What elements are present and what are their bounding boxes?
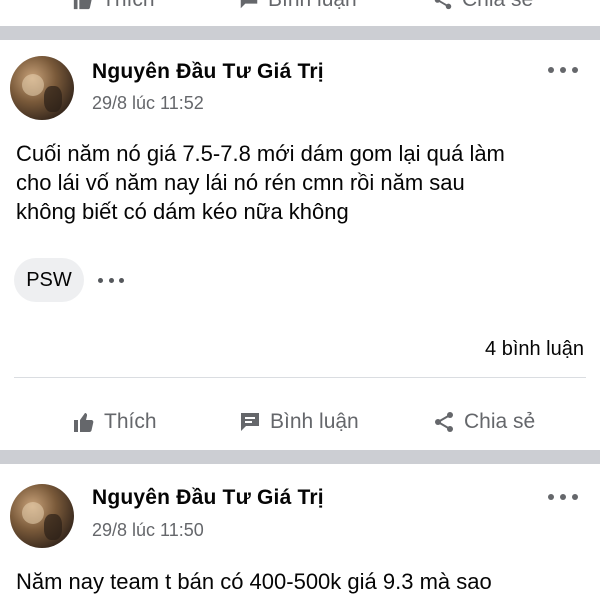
post-text-line: Năm nay team t bán có 400-500k giá 9.3 m… bbox=[16, 569, 492, 594]
post-timestamp[interactable]: 29/8 lúc 11:52 bbox=[92, 93, 204, 114]
post-card: Nguyên Đầu Tư Giá Trị 29/8 lúc 11:50 Năm… bbox=[0, 464, 600, 600]
author-name[interactable]: Nguyên Đầu Tư Giá Trị bbox=[92, 60, 324, 84]
post-separator bbox=[0, 26, 600, 40]
more-options-button[interactable] bbox=[548, 65, 578, 75]
avatar[interactable] bbox=[10, 484, 74, 548]
comment-button[interactable]: Bình luận bbox=[238, 410, 359, 434]
comment-button[interactable]: Bình luận bbox=[238, 0, 357, 12]
post-text-line: không biết có dám kéo nữa không bbox=[16, 199, 349, 224]
author-name[interactable]: Nguyên Đầu Tư Giá Trị bbox=[92, 486, 324, 510]
post-text-line: cho lái vố năm nay lái nó rén cmn rồi nă… bbox=[16, 170, 465, 195]
speech-bubble-icon bbox=[238, 410, 262, 434]
post-text: Cuối năm nó giá 7.5-7.8 mới dám gom lại … bbox=[16, 139, 586, 226]
avatar[interactable] bbox=[10, 56, 74, 120]
post-timestamp[interactable]: 29/8 lúc 11:50 bbox=[92, 520, 204, 541]
speech-bubble-icon bbox=[238, 0, 260, 11]
share-button[interactable]: Chia sẻ bbox=[432, 410, 535, 434]
share-icon bbox=[432, 0, 454, 11]
post-text: Năm nay team t bán có 400-500k giá 9.3 m… bbox=[16, 567, 586, 596]
tag-more-button[interactable] bbox=[98, 276, 124, 284]
thumbs-up-icon bbox=[72, 410, 96, 434]
post-text-line: Cuối năm nó giá 7.5-7.8 mới dám gom lại … bbox=[16, 141, 505, 166]
comment-count[interactable]: 4 bình luận bbox=[485, 338, 584, 361]
like-button[interactable]: Thích bbox=[72, 410, 157, 434]
more-dots-icon bbox=[548, 67, 554, 73]
post-card: Nguyên Đầu Tư Giá Trị 29/8 lúc 11:52 Cuố… bbox=[0, 40, 600, 450]
more-dots-icon bbox=[98, 277, 103, 283]
previous-post-action-bar: Thích Bình luận Chia sẻ bbox=[0, 0, 600, 26]
more-options-button[interactable] bbox=[548, 492, 578, 502]
share-icon bbox=[432, 410, 456, 434]
tag-chip[interactable]: PSW bbox=[14, 258, 84, 302]
post-separator bbox=[0, 450, 600, 464]
thumbs-up-icon bbox=[72, 0, 94, 11]
divider bbox=[14, 377, 586, 378]
more-dots-icon bbox=[548, 494, 554, 500]
like-button[interactable]: Thích bbox=[72, 0, 155, 12]
share-button[interactable]: Chia sẻ bbox=[432, 0, 533, 12]
